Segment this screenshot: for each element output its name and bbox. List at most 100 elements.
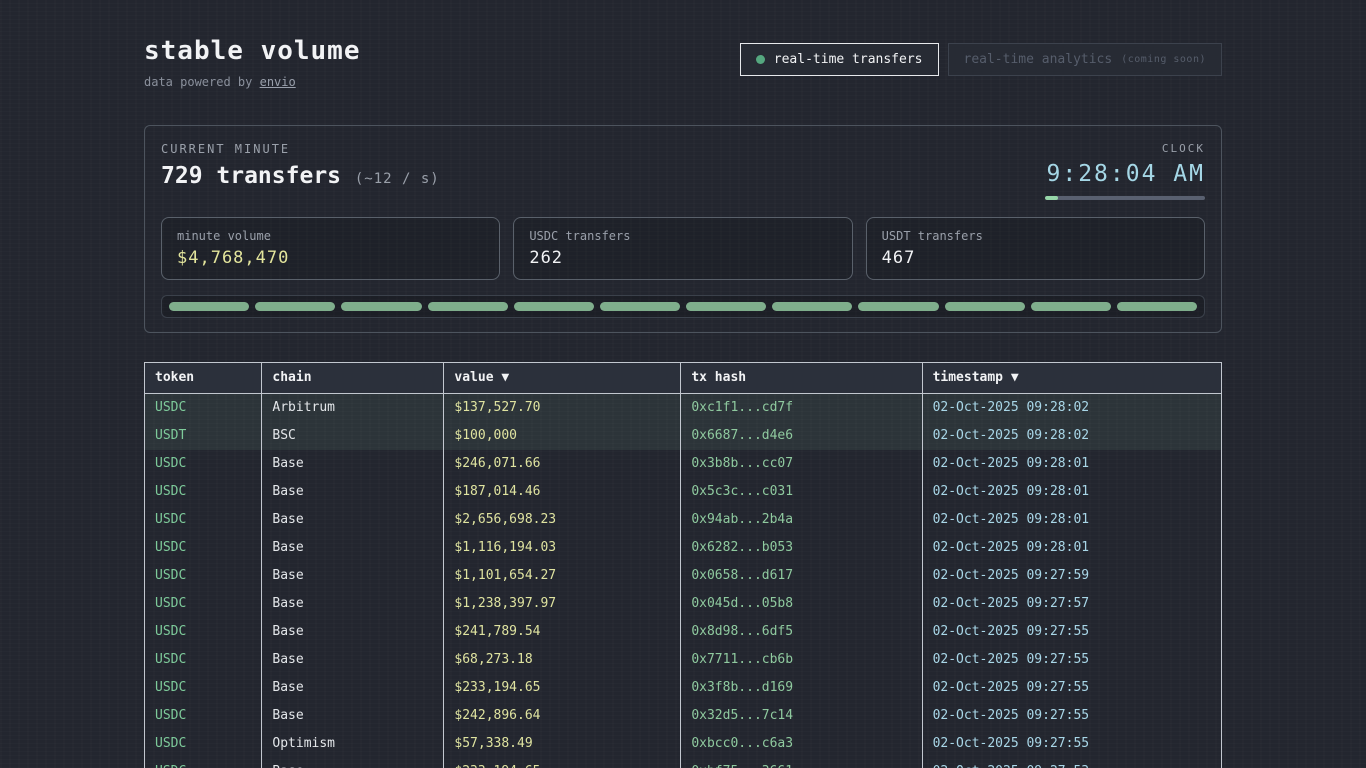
token-cell: USDC bbox=[145, 702, 262, 730]
token-cell: USDC bbox=[145, 590, 262, 618]
timestamp-cell: 02-Oct-2025 09:27:55 bbox=[922, 702, 1221, 730]
tab-real-time-transfers[interactable]: real-time transfers bbox=[740, 43, 939, 76]
stat-value: 262 bbox=[529, 248, 836, 268]
minute-segment bbox=[341, 302, 421, 311]
timestamp-cell: 02-Oct-2025 09:27:55 bbox=[922, 618, 1221, 646]
tx-hash-link[interactable]: 0x5c3c...c031 bbox=[681, 478, 922, 506]
tab-analytics-coming-soon: (coming soon) bbox=[1121, 54, 1206, 65]
tx-hash-link[interactable]: 0xbf75...3661 bbox=[681, 758, 922, 768]
minute-segment bbox=[428, 302, 508, 311]
table-row: USDCBase$2,656,698.230x94ab...2b4a02-Oct… bbox=[145, 506, 1222, 534]
tx-hash-link[interactable]: 0x3f8b...d169 bbox=[681, 674, 922, 702]
token-cell: USDC bbox=[145, 618, 262, 646]
chain-cell: Optimism bbox=[262, 730, 444, 758]
stat-value: $4,768,470 bbox=[177, 248, 484, 268]
chain-cell: Arbitrum bbox=[262, 394, 444, 423]
timestamp-cell: 02-Oct-2025 09:28:01 bbox=[922, 506, 1221, 534]
table-row: USDCBase$233,194.650xbf75...366102-Oct-2… bbox=[145, 758, 1222, 768]
minute-segment bbox=[514, 302, 594, 311]
minute-segment bbox=[772, 302, 852, 311]
column-header-timestamp-sort[interactable]: timestamp ▼ bbox=[922, 363, 1221, 394]
powered-by: data powered by envio bbox=[144, 75, 361, 89]
tx-hash-link[interactable]: 0x8d98...6df5 bbox=[681, 618, 922, 646]
token-cell: USDC bbox=[145, 394, 262, 423]
timestamp-cell: 02-Oct-2025 09:27:55 bbox=[922, 730, 1221, 758]
tx-hash-link[interactable]: 0x6282...b053 bbox=[681, 534, 922, 562]
clock-block: CLOCK 9:28:04 AM bbox=[1045, 142, 1205, 200]
seconds-progress-track bbox=[1045, 196, 1205, 200]
transfers-tbody: USDCArbitrum$137,527.700xc1f1...cd7f02-O… bbox=[145, 394, 1222, 768]
tx-hash-link[interactable]: 0x0658...d617 bbox=[681, 562, 922, 590]
minute-segment bbox=[169, 302, 249, 311]
stat-value: 467 bbox=[882, 248, 1189, 268]
table-row: USDCBase$241,789.540x8d98...6df502-Oct-2… bbox=[145, 618, 1222, 646]
chain-cell: Base bbox=[262, 562, 444, 590]
table-row: USDCBase$1,116,194.030x6282...b05302-Oct… bbox=[145, 534, 1222, 562]
column-header-value-sort[interactable]: value ▼ bbox=[444, 363, 681, 394]
tx-hash-link[interactable]: 0x7711...cb6b bbox=[681, 646, 922, 674]
table-row: USDCBase$1,238,397.970x045d...05b802-Oct… bbox=[145, 590, 1222, 618]
tx-hash-link[interactable]: 0x6687...d4e6 bbox=[681, 422, 922, 450]
token-cell: USDC bbox=[145, 646, 262, 674]
chain-cell: BSC bbox=[262, 422, 444, 450]
tx-hash-link[interactable]: 0x94ab...2b4a bbox=[681, 506, 922, 534]
tab-transfers-label: real-time transfers bbox=[774, 52, 923, 67]
stats-row: minute volume $4,768,470 USDC transfers … bbox=[161, 217, 1205, 280]
column-header-tx-hash: tx hash bbox=[681, 363, 922, 394]
value-cell: $2,656,698.23 bbox=[444, 506, 681, 534]
transfer-rate: (~12 / s) bbox=[355, 171, 440, 187]
transfer-count-value: 729 transfers bbox=[161, 163, 341, 189]
current-minute-panel: CURRENT MINUTE 729 transfers (~12 / s) C… bbox=[144, 125, 1222, 333]
stat-minute-volume: minute volume $4,768,470 bbox=[161, 217, 500, 280]
value-cell: $233,194.65 bbox=[444, 758, 681, 768]
table-row: USDCBase$1,101,654.270x0658...d61702-Oct… bbox=[145, 562, 1222, 590]
timestamp-cell: 02-Oct-2025 09:27:55 bbox=[922, 646, 1221, 674]
minute-summary: CURRENT MINUTE 729 transfers (~12 / s) bbox=[161, 142, 440, 189]
tab-bar: real-time transfers real-time analytics … bbox=[740, 43, 1222, 76]
minute-segment bbox=[1117, 302, 1197, 311]
token-cell: USDT bbox=[145, 422, 262, 450]
tx-hash-link[interactable]: 0xc1f1...cd7f bbox=[681, 394, 922, 423]
timestamp-cell: 02-Oct-2025 09:28:02 bbox=[922, 422, 1221, 450]
table-row: USDCBase$246,071.660x3b8b...cc0702-Oct-2… bbox=[145, 450, 1222, 478]
table-row: USDCBase$233,194.650x3f8b...d16902-Oct-2… bbox=[145, 674, 1222, 702]
value-cell: $68,273.18 bbox=[444, 646, 681, 674]
value-cell: $241,789.54 bbox=[444, 618, 681, 646]
timestamp-cell: 02-Oct-2025 09:27:53 bbox=[922, 758, 1221, 768]
token-cell: USDC bbox=[145, 534, 262, 562]
table-row: USDCOptimism$57,338.490xbcc0...c6a302-Oc… bbox=[145, 730, 1222, 758]
minute-segment bbox=[686, 302, 766, 311]
minute-segment bbox=[600, 302, 680, 311]
stat-label: USDT transfers bbox=[882, 229, 1189, 243]
timestamp-cell: 02-Oct-2025 09:27:55 bbox=[922, 674, 1221, 702]
powered-by-text: data powered by bbox=[144, 75, 260, 89]
timestamp-cell: 02-Oct-2025 09:28:02 bbox=[922, 394, 1221, 423]
value-cell: $57,338.49 bbox=[444, 730, 681, 758]
transfers-table: token chain value ▼ tx hash timestamp ▼ … bbox=[144, 362, 1222, 768]
seconds-progress-fill bbox=[1045, 196, 1058, 200]
stat-usdc-transfers: USDC transfers 262 bbox=[513, 217, 852, 280]
tab-real-time-analytics[interactable]: real-time analytics (coming soon) bbox=[948, 43, 1223, 76]
chain-cell: Base bbox=[262, 534, 444, 562]
table-row: USDCBase$242,896.640x32d5...7c1402-Oct-2… bbox=[145, 702, 1222, 730]
envio-link[interactable]: envio bbox=[260, 75, 296, 89]
tx-hash-link[interactable]: 0x3b8b...cc07 bbox=[681, 450, 922, 478]
token-cell: USDC bbox=[145, 478, 262, 506]
tx-hash-link[interactable]: 0x32d5...7c14 bbox=[681, 702, 922, 730]
tab-analytics-label: real-time analytics bbox=[964, 52, 1113, 67]
minute-segment bbox=[255, 302, 335, 311]
transfers-table-wrap: token chain value ▼ tx hash timestamp ▼ … bbox=[144, 362, 1222, 768]
tx-hash-link[interactable]: 0x045d...05b8 bbox=[681, 590, 922, 618]
value-cell: $246,071.66 bbox=[444, 450, 681, 478]
panel-top: CURRENT MINUTE 729 transfers (~12 / s) C… bbox=[161, 142, 1205, 200]
minute-progress-segments bbox=[169, 302, 1197, 311]
value-cell: $1,116,194.03 bbox=[444, 534, 681, 562]
value-cell: $1,101,654.27 bbox=[444, 562, 681, 590]
value-cell: $1,238,397.97 bbox=[444, 590, 681, 618]
timestamp-cell: 02-Oct-2025 09:27:57 bbox=[922, 590, 1221, 618]
timestamp-cell: 02-Oct-2025 09:28:01 bbox=[922, 478, 1221, 506]
chain-cell: Base bbox=[262, 758, 444, 768]
tx-hash-link[interactable]: 0xbcc0...c6a3 bbox=[681, 730, 922, 758]
token-cell: USDC bbox=[145, 562, 262, 590]
clock-label: CLOCK bbox=[1045, 142, 1205, 155]
